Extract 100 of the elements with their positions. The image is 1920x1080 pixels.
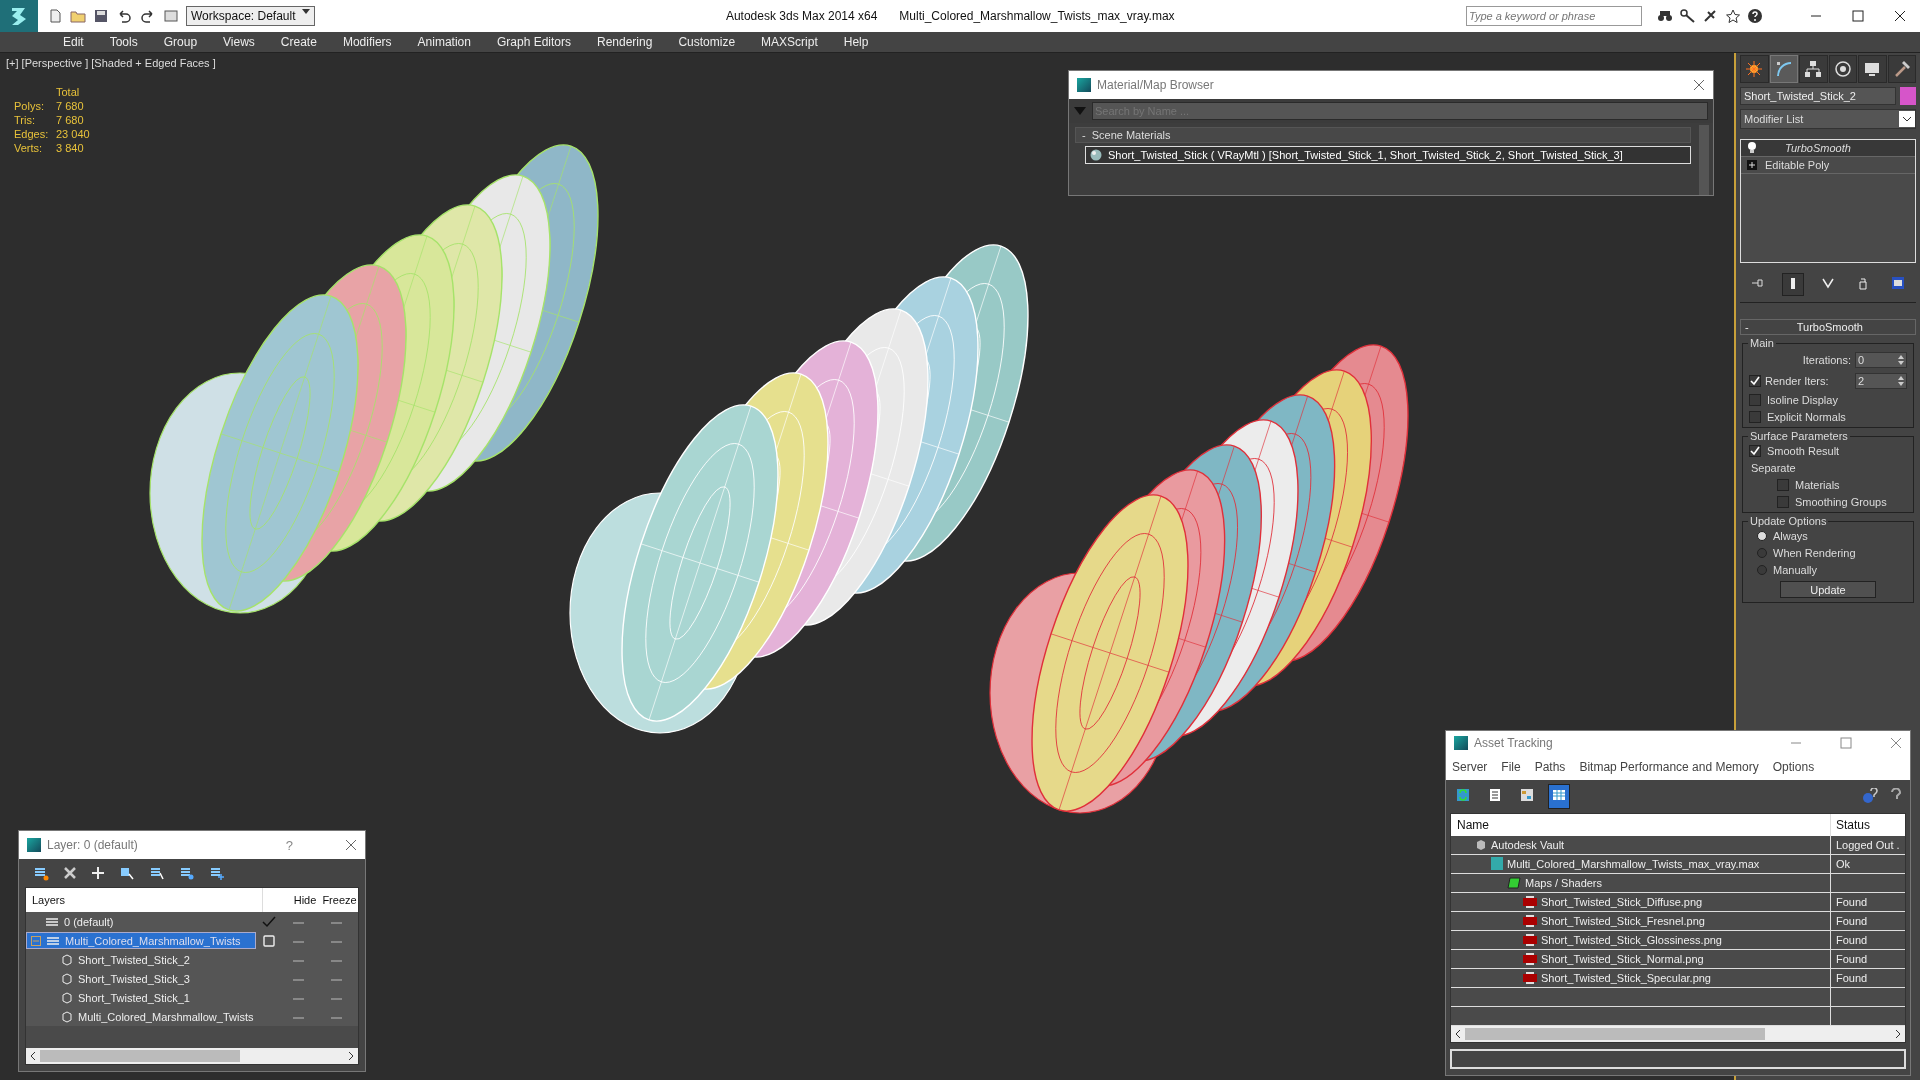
rollout-header[interactable]: - TurboSmooth [1740, 319, 1916, 335]
checkbox[interactable] [1749, 375, 1761, 387]
hide-toggle[interactable] [292, 1016, 304, 1019]
light-bulb-icon[interactable] [1747, 142, 1757, 154]
hierarchy-tab[interactable] [1799, 55, 1828, 83]
modify-tab[interactable] [1769, 55, 1798, 83]
freeze-toggle[interactable] [330, 978, 342, 981]
column-header[interactable]: Layers [26, 888, 263, 912]
object-color-swatch[interactable] [1900, 87, 1916, 105]
menu-item[interactable]: Server [1452, 759, 1488, 774]
layer-highlight-icon[interactable] [179, 865, 195, 881]
utilities-tab[interactable] [1887, 55, 1916, 83]
star-icon[interactable] [1726, 9, 1740, 23]
undo-icon[interactable] [116, 9, 132, 23]
asset-name[interactable]: Short_Twisted_Stick_Diffuse.png [1541, 895, 1703, 908]
path-field[interactable] [1450, 1048, 1906, 1069]
empty-checkbox-icon[interactable] [263, 934, 275, 947]
keyword-search-field[interactable]: Type a keyword or phrase [1466, 6, 1642, 26]
asset-name[interactable]: Short_Twisted_Stick_Specular.png [1541, 971, 1711, 984]
cube-cursor-icon[interactable] [119, 865, 135, 881]
display-tab[interactable] [1858, 55, 1887, 83]
spinner-arrows-icon[interactable] [1898, 376, 1904, 386]
layer-tree-item[interactable]: Multi_Colored_Marshmallow_Twists [26, 932, 256, 949]
update-button[interactable]: Update [1780, 581, 1876, 598]
checkbox[interactable] [1777, 496, 1789, 508]
radio-button[interactable] [1757, 565, 1767, 575]
modifier-stack-item[interactable]: Editable Poly [1741, 157, 1915, 174]
menu-item[interactable]: Graph Editors [483, 35, 584, 49]
checkbox[interactable] [1749, 394, 1761, 406]
column-header[interactable]: Freeze [321, 894, 358, 906]
checkbox[interactable] [1749, 411, 1761, 423]
new-file-icon[interactable] [48, 9, 62, 23]
dropdown-arrow-icon[interactable] [301, 9, 310, 14]
redo-icon[interactable] [140, 9, 156, 23]
menu-item[interactable]: Rendering [584, 35, 666, 49]
help-button[interactable]: ? [285, 837, 293, 853]
checkmark-icon[interactable] [262, 915, 276, 928]
column-header[interactable]: Name [1451, 813, 1831, 836]
layer-tree-item[interactable]: Multi_Colored_Marshmallow_Twists [26, 1008, 256, 1025]
object-name-field[interactable]: Short_Twisted_Stick_2 [1740, 87, 1896, 105]
maximize-icon[interactable] [1852, 10, 1864, 22]
table-view-button[interactable] [1548, 783, 1570, 809]
layer-stack-icon[interactable] [33, 865, 49, 881]
binoculars-icon[interactable] [1657, 9, 1673, 23]
checkbox-label[interactable]: Smoothing Groups [1795, 496, 1887, 508]
freeze-toggle[interactable] [330, 959, 342, 962]
create-tab[interactable] [1740, 55, 1769, 83]
checkbox-label[interactable]: Isoline Display [1767, 394, 1838, 406]
menu-item[interactable]: Modifiers [329, 35, 405, 49]
column-header[interactable]: Status [1831, 817, 1905, 832]
hide-toggle[interactable] [292, 959, 304, 962]
checkbox[interactable] [1749, 445, 1761, 457]
expand-plus-icon[interactable] [1747, 160, 1757, 170]
layer-tree-item[interactable]: Short_Twisted_Stick_2 [26, 951, 256, 968]
asset-name[interactable]: Short_Twisted_Stick_Normal.png [1541, 952, 1704, 965]
motion-tab[interactable] [1828, 55, 1857, 83]
section-header[interactable]: - Scene Materials [1075, 127, 1691, 143]
asset-name[interactable]: Multi_Colored_Marshmallow_Twists_max_vray.max [1507, 857, 1760, 870]
workspace-dropdown[interactable]: Workspace: Default [186, 6, 315, 26]
asset-name[interactable]: Short_Twisted_Stick_Glossiness.png [1541, 933, 1722, 946]
menu-item[interactable]: Options [1772, 759, 1815, 774]
scrollbar-thumb[interactable] [40, 1050, 240, 1062]
freeze-toggle[interactable] [330, 1016, 342, 1019]
globe-help-icon[interactable] [1862, 788, 1878, 805]
checkbox-label[interactable]: Explicit Normals [1767, 411, 1846, 423]
layer-tree-item[interactable]: 0 (default) [26, 913, 256, 930]
asset-name[interactable]: Maps / Shaders [1525, 876, 1603, 889]
add-icon[interactable] [91, 866, 105, 880]
checkbox-label[interactable]: Smooth Result [1767, 445, 1840, 457]
key-icon[interactable] [1680, 9, 1696, 23]
radio-label[interactable]: When Rendering [1773, 547, 1856, 559]
material-item[interactable]: Short_Twisted_Stick ( VRayMtl ) [Short_Twisted_Stick_1, Short_Twisted_Stick_2, Short_Twisted_Stick_3] [1085, 146, 1691, 164]
menu-item[interactable]: Group [150, 35, 211, 49]
help-icon[interactable] [1747, 8, 1763, 24]
spinner-arrows-icon[interactable] [1898, 355, 1904, 365]
radio-button[interactable] [1757, 531, 1767, 541]
menu-item[interactable]: Tools [96, 35, 151, 49]
layer-freeze-icon[interactable] [209, 865, 225, 881]
menu-item[interactable]: Create [267, 35, 330, 49]
hide-toggle[interactable] [292, 978, 304, 981]
layer-cursor-icon[interactable] [149, 865, 165, 881]
menu-item[interactable]: Views [210, 35, 268, 49]
asset-name[interactable]: Autodesk Vault [1491, 838, 1565, 851]
hide-toggle[interactable] [292, 997, 304, 1000]
hide-toggle[interactable] [292, 921, 304, 924]
hide-toggle[interactable] [292, 940, 304, 943]
menu-item[interactable]: Animation [404, 35, 484, 49]
checkbox[interactable] [1777, 479, 1789, 491]
scrollbar-thumb[interactable] [1465, 1027, 1765, 1040]
vertical-scrollbar[interactable] [1699, 125, 1709, 195]
column-header[interactable]: Hide [289, 894, 321, 906]
radio-label[interactable]: Manually [1773, 564, 1818, 576]
menu-item[interactable]: Edit [50, 35, 97, 49]
radio-label[interactable]: Always [1773, 530, 1808, 542]
modifier-list-dropdown[interactable]: Modifier List [1740, 109, 1916, 129]
freeze-toggle[interactable] [330, 940, 342, 943]
open-folder-icon[interactable] [70, 9, 86, 23]
freeze-toggle[interactable] [330, 921, 342, 924]
menu-item[interactable]: File [1501, 759, 1521, 774]
radio-button[interactable] [1757, 548, 1767, 558]
